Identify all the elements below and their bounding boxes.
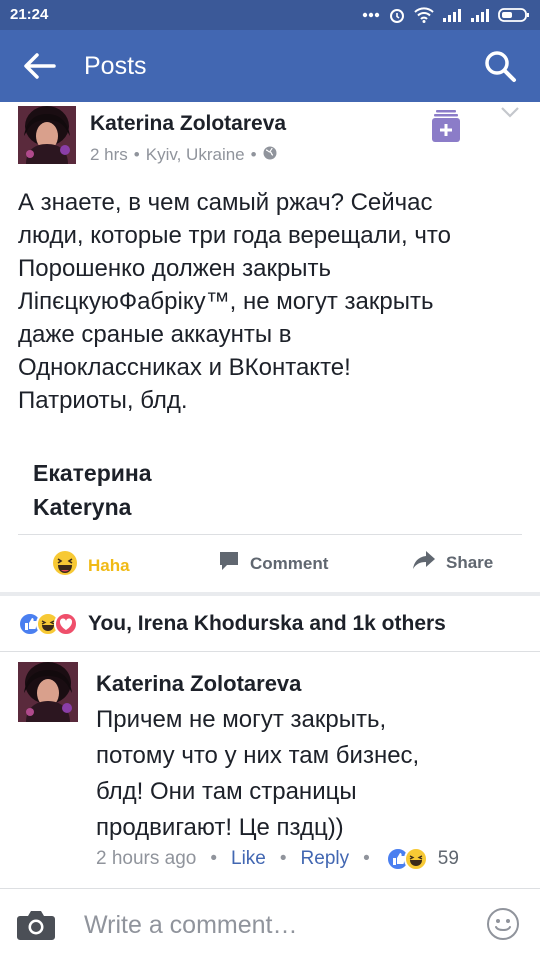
haha-icon bbox=[52, 550, 78, 581]
battery-icon bbox=[498, 7, 530, 23]
haha-reaction-icon bbox=[403, 847, 428, 871]
post-actions: Haha Comment Share bbox=[0, 540, 540, 586]
love-reaction-icon bbox=[54, 612, 78, 636]
alarm-icon bbox=[388, 6, 406, 24]
comment-text-line: продвигают! Це пздц)) bbox=[96, 814, 344, 841]
comment-reaction-count: 59 bbox=[437, 848, 459, 869]
wifi-icon bbox=[414, 7, 434, 23]
more-dots-icon bbox=[362, 12, 380, 18]
search-icon[interactable] bbox=[482, 48, 518, 84]
meta-separator: • bbox=[279, 848, 287, 869]
post-location[interactable]: Kyiv, Ukraine bbox=[146, 145, 245, 165]
share-label: Share bbox=[446, 552, 494, 572]
comment-input[interactable]: Write a comment… bbox=[84, 911, 297, 940]
comment-author-name[interactable]: Katerina Zolotareva bbox=[96, 671, 301, 697]
post-text-line: А знаете, в чем самый ржач? Сейчас bbox=[18, 189, 433, 216]
comment-reaction-icons[interactable] bbox=[385, 847, 428, 871]
reactions-summary-text: You, Irena Khodurska and 1k others bbox=[88, 612, 446, 635]
comment-author-avatar[interactable] bbox=[18, 662, 78, 722]
post-meta: 2 hrs • Kyiv, Ukraine • bbox=[90, 145, 277, 165]
emoji-icon[interactable] bbox=[486, 907, 520, 941]
signature-line: Екатерина bbox=[33, 460, 152, 486]
share-icon bbox=[412, 550, 436, 575]
post-text-line: ЛіпєцкуюФабріку™, не могут закрыть bbox=[18, 288, 434, 315]
post-text-line: люди, которые три года верещали, что bbox=[18, 222, 451, 249]
post-author-name[interactable]: Katerina Zolotareva bbox=[90, 112, 286, 136]
post-author-avatar[interactable] bbox=[18, 106, 76, 164]
comment-meta: 2 hours ago • Like • Reply • 59 bbox=[96, 845, 459, 873]
status-bar: 21:24 bbox=[0, 0, 540, 30]
comment-composer: Write a comment… bbox=[0, 888, 540, 960]
globe-icon bbox=[263, 145, 277, 165]
comment-text-line: блд! Они там страницы bbox=[96, 778, 357, 805]
comment-time: 2 hours ago bbox=[96, 848, 197, 869]
chevron-down-icon[interactable] bbox=[500, 104, 520, 120]
comment-body: Причем не могут закрыть, потому что у ни… bbox=[96, 702, 516, 846]
meta-separator: • bbox=[250, 145, 257, 164]
divider bbox=[0, 651, 540, 652]
share-button[interactable]: Share bbox=[412, 550, 493, 575]
post-text-line: даже сраные аккаунты в bbox=[18, 321, 292, 348]
page-title: Posts bbox=[84, 52, 147, 80]
signal-2-icon bbox=[470, 8, 490, 22]
post-time[interactable]: 2 hrs bbox=[90, 145, 128, 165]
camera-icon[interactable] bbox=[16, 909, 56, 941]
post-body: А знаете, в чем самый ржач? Сейчас люди,… bbox=[18, 186, 518, 417]
post-text-line: Одноклассниках и ВКонтакте! bbox=[18, 354, 351, 381]
haha-label: Haha bbox=[88, 555, 130, 575]
haha-button[interactable]: Haha bbox=[52, 550, 130, 581]
post-signature: Екатерина Kateryna bbox=[33, 456, 152, 524]
section-separator bbox=[0, 592, 540, 596]
signature-line: Kateryna bbox=[33, 494, 132, 520]
reaction-icons bbox=[18, 612, 78, 636]
post-text-line: Патриоты, блд. bbox=[18, 387, 188, 414]
comment-button[interactable]: Comment bbox=[218, 550, 328, 577]
meta-separator: • bbox=[133, 145, 140, 164]
meta-separator: • bbox=[363, 848, 370, 869]
signal-icon bbox=[442, 8, 462, 22]
status-icons bbox=[362, 6, 530, 24]
post-text-line: Порошенко должен закрыть bbox=[18, 255, 332, 282]
meta-separator: • bbox=[210, 848, 218, 869]
comment-label: Comment bbox=[250, 553, 329, 573]
comment-text-line: потому что у них там бизнес, bbox=[96, 742, 420, 769]
back-arrow-icon[interactable] bbox=[22, 52, 56, 80]
comment-icon bbox=[218, 550, 240, 577]
app-bar: Posts bbox=[0, 30, 540, 102]
comment-like-button[interactable]: Like bbox=[231, 848, 266, 870]
divider bbox=[18, 534, 522, 535]
comment-reply-button[interactable]: Reply bbox=[301, 848, 350, 870]
reactions-summary[interactable]: You, Irena Khodurska and 1k others bbox=[18, 612, 446, 636]
comment-text-line: Причем не могут закрыть, bbox=[96, 706, 387, 733]
save-bookmark-icon[interactable] bbox=[432, 110, 460, 142]
status-time: 21:24 bbox=[10, 6, 49, 23]
